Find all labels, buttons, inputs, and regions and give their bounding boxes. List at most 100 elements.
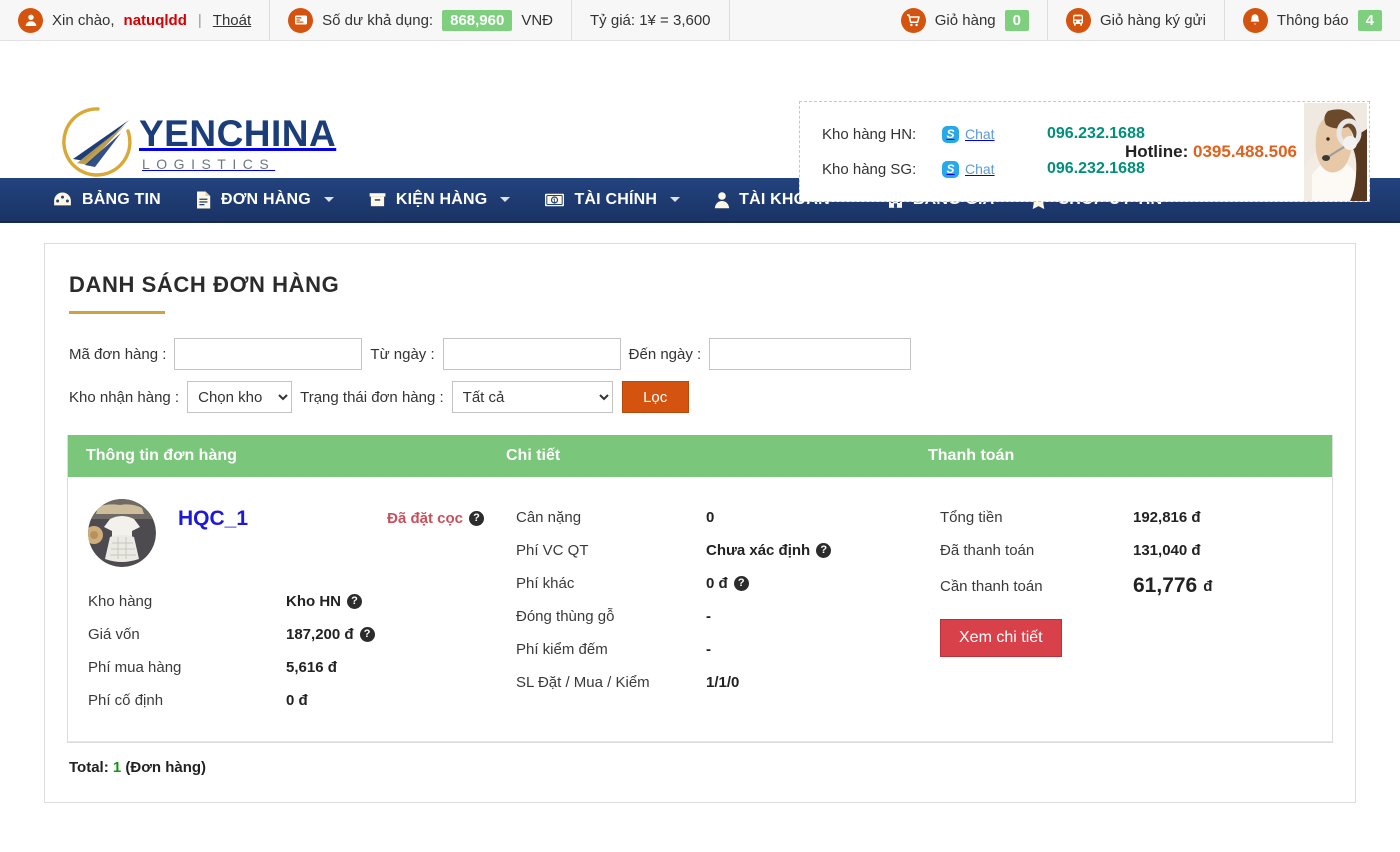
status-select-label: Trạng thái đơn hàng : xyxy=(300,389,444,406)
svg-text:1: 1 xyxy=(553,198,556,204)
bell-icon xyxy=(1243,8,1268,33)
user-greeting-group: Xin chào, natuqldd | Thoát xyxy=(0,0,270,40)
notification-label: Thông báo xyxy=(1277,12,1349,29)
info-label: Kho hàng xyxy=(86,593,286,610)
info-row-kho-hang: Kho hàng Kho HN ? xyxy=(86,585,498,618)
table-row: HQC_1 Đã đặt cọc ? Kho hàng Kho HN ? xyxy=(68,477,1332,742)
detail-value-text: 0 đ xyxy=(706,575,728,592)
header-payment: Thanh toán xyxy=(918,447,1332,465)
payment-label: Tổng tiền xyxy=(928,509,1133,526)
bus-icon xyxy=(1066,8,1091,33)
order-info-cell: HQC_1 Đã đặt cọc ? Kho hàng Kho HN ? xyxy=(68,499,498,717)
info-value: 0 đ xyxy=(286,692,308,709)
detail-row-dong-thung-go: Đóng thùng gỗ - xyxy=(506,600,918,633)
logout-link[interactable]: Thoát xyxy=(213,12,251,29)
brand-tagline: LOGISTICS xyxy=(142,157,336,171)
cart-icon xyxy=(901,8,926,33)
payment-row-can-thanh-toan: Cần thanh toán 61,776 đ xyxy=(928,567,1332,605)
skype-chat-hn-link[interactable]: S Chat xyxy=(942,126,1047,143)
to-date-input[interactable] xyxy=(709,338,911,370)
cart-count-badge: 0 xyxy=(1005,10,1029,31)
skype-chat-sg-label: Chat xyxy=(965,161,995,177)
status-select[interactable]: Tất cả xyxy=(452,381,613,413)
status-badge-label: Đã đặt cọc xyxy=(387,510,463,527)
chevron-down-icon xyxy=(843,197,853,202)
warehouse-sg-phone: 096.232.1688 xyxy=(1047,160,1145,178)
status-badge: Đã đặt cọc ? xyxy=(387,510,484,527)
payment-value-text: 61,776 xyxy=(1133,574,1197,598)
info-value: Kho HN ? xyxy=(286,593,362,610)
detail-label: Phí VC QT xyxy=(506,542,706,559)
help-icon[interactable]: ? xyxy=(816,543,831,558)
order-detail-list: Cân nặng 0 Phí VC QT Chưa xác định ? Phí… xyxy=(506,501,918,699)
info-value: 5,616 đ xyxy=(286,659,337,676)
balance-value: 868,960 xyxy=(442,10,512,31)
document-icon xyxy=(195,190,212,210)
site-header: YENCHINA LOGISTICS Kho hàng HN: S Chat 0… xyxy=(0,41,1400,178)
help-icon[interactable]: ? xyxy=(360,627,375,642)
order-info-list: Kho hàng Kho HN ? Giá vốn 187,200 đ ? xyxy=(86,585,498,717)
detail-value: - xyxy=(706,641,711,658)
payment-row-tong-tien: Tổng tiền 192,816 đ xyxy=(928,501,1332,534)
product-thumbnail[interactable] xyxy=(88,499,156,567)
skype-icon: S xyxy=(942,161,959,178)
hotline-block: Hotline: 0395.488.506 xyxy=(1125,142,1297,162)
order-payment-cell: Tổng tiền 192,816 đ Đã thanh toán 131,04… xyxy=(918,499,1332,717)
filter-form: Mã đơn hàng : Từ ngày : Đến ngày : Kho n… xyxy=(67,338,1333,413)
info-value-text: Kho HN xyxy=(286,593,341,610)
brand-name: YENCHINA xyxy=(139,115,336,152)
consign-cart-group[interactable]: Giỏ hàng ký gửi xyxy=(1048,0,1225,40)
detail-row-phi-khac: Phí khác 0 đ ? xyxy=(506,567,918,600)
exchange-rate-text: Tỷ giá: 1¥ = 3,600 xyxy=(590,12,711,29)
detail-label: SL Đặt / Mua / Kiểm xyxy=(506,674,706,691)
help-icon[interactable]: ? xyxy=(734,576,749,591)
order-code-input[interactable] xyxy=(174,338,362,370)
from-date-input[interactable] xyxy=(443,338,621,370)
help-icon[interactable]: ? xyxy=(347,594,362,609)
total-unit: (Đơn hàng) xyxy=(125,759,206,776)
order-code-link[interactable]: HQC_1 xyxy=(178,507,248,531)
contact-rows: Kho hàng HN: S Chat 096.232.1688 Kho hàn… xyxy=(800,125,1145,178)
cart-group[interactable]: Giỏ hàng 0 xyxy=(883,0,1048,40)
support-agent-photo xyxy=(1304,103,1367,201)
nav-label: BẢNG TIN xyxy=(82,191,161,209)
skype-chat-sg-link[interactable]: S Chat xyxy=(942,161,1047,178)
orders-table: Thông tin đơn hàng Chi tiết Thanh toán xyxy=(67,435,1333,743)
detail-row-can-nang: Cân nặng 0 xyxy=(506,501,918,534)
consign-cart-label: Giỏ hàng ký gửi xyxy=(1100,12,1206,29)
contact-row-hn: Kho hàng HN: S Chat 096.232.1688 xyxy=(822,125,1145,143)
orders-table-header: Thông tin đơn hàng Chi tiết Thanh toán xyxy=(68,435,1332,477)
detail-label: Phí khác xyxy=(506,575,706,592)
balance-currency: VNĐ xyxy=(521,12,553,29)
warehouse-hn-phone: 096.232.1688 xyxy=(1047,125,1145,143)
chevron-down-icon xyxy=(670,197,680,202)
title-underline xyxy=(69,311,165,314)
nav-item-tai-chinh[interactable]: 1 TÀI CHÍNH xyxy=(527,177,697,222)
detail-value: 0 xyxy=(706,509,714,526)
total-count: 1 xyxy=(113,759,121,776)
help-icon[interactable]: ? xyxy=(469,511,484,526)
account-icon xyxy=(714,191,730,209)
site-logo[interactable]: YENCHINA LOGISTICS xyxy=(55,103,336,183)
wallet-icon xyxy=(288,8,313,33)
warehouse-select[interactable]: Chọn kho xyxy=(187,381,292,413)
balance-group: Số dư khả dụng: 868,960 VNĐ xyxy=(270,0,572,40)
notification-group[interactable]: Thông báo 4 xyxy=(1225,0,1400,40)
payment-value: 61,776 đ xyxy=(1133,574,1212,598)
balance-label: Số dư khả dụng: xyxy=(322,12,433,29)
view-detail-button[interactable]: Xem chi tiết xyxy=(940,619,1062,657)
nav-item-don-hang[interactable]: ĐƠN HÀNG xyxy=(178,177,351,222)
nav-item-kien-hang[interactable]: KIỆN HÀNG xyxy=(351,177,528,222)
order-head: HQC_1 Đã đặt cọc ? xyxy=(86,499,498,567)
info-row-phi-co-dinh: Phí cố định 0 đ xyxy=(86,684,498,717)
payment-value: 131,040 đ xyxy=(1133,542,1201,559)
warehouse-select-label: Kho nhận hàng : xyxy=(69,389,179,406)
detail-value: - xyxy=(706,608,711,625)
detail-value-text: Chưa xác định xyxy=(706,542,810,559)
payment-value: 192,816 đ xyxy=(1133,509,1201,526)
notification-count-badge: 4 xyxy=(1358,10,1382,31)
contact-box: Kho hàng HN: S Chat 096.232.1688 Kho hàn… xyxy=(799,101,1370,202)
box-icon xyxy=(368,190,387,209)
filter-button[interactable]: Lọc xyxy=(622,381,689,413)
nav-item-bang-tin[interactable]: BẢNG TIN xyxy=(52,177,178,222)
